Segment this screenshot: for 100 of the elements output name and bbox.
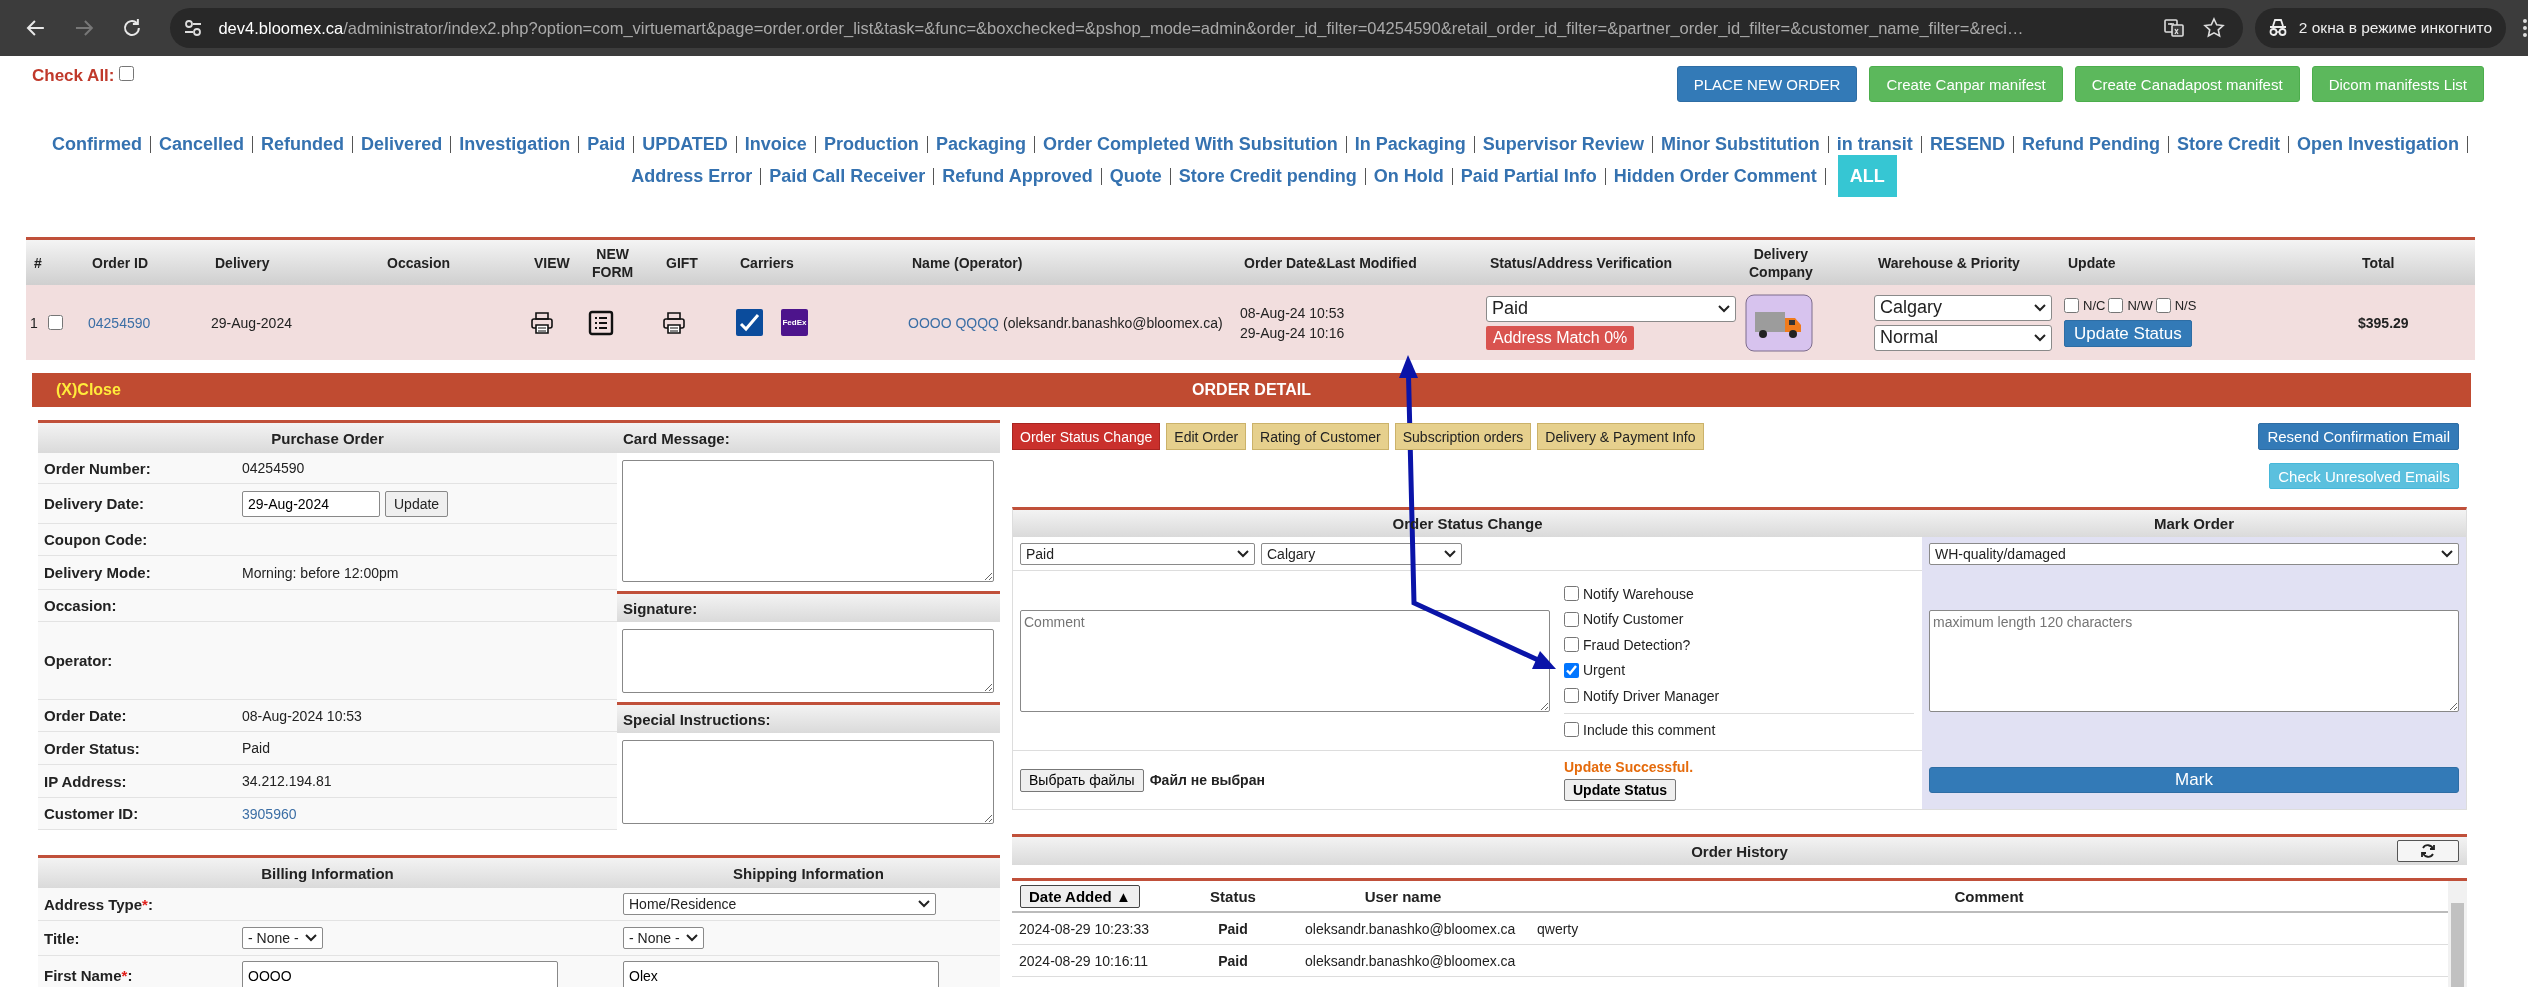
caret-icon bbox=[2034, 303, 2046, 312]
status-filter-link[interactable]: Production bbox=[823, 133, 919, 155]
close-link[interactable]: (X)Close bbox=[56, 381, 1193, 399]
status-filter-link[interactable]: Address Error bbox=[631, 165, 753, 187]
status-filter-link[interactable]: On Hold bbox=[1373, 165, 1444, 187]
note-field[interactable] bbox=[622, 460, 994, 582]
mark-note-field[interactable]: maximum length 120 characters bbox=[1929, 610, 2459, 712]
status-filter-link[interactable]: in transit bbox=[1836, 133, 1913, 155]
checkbox-label: Notify Warehouse bbox=[1583, 585, 1694, 602]
status-filter-link[interactable]: RESEND bbox=[1929, 133, 2005, 155]
status-filter-link[interactable]: Refunded bbox=[261, 133, 345, 155]
notify-checkbox[interactable] bbox=[1564, 611, 1579, 627]
status-filter-link[interactable]: Paid bbox=[587, 133, 626, 155]
notify-checkbox[interactable] bbox=[1564, 586, 1579, 602]
status-filter-link[interactable]: Refund Approved bbox=[942, 165, 1093, 187]
shipping-select[interactable]: - None - bbox=[623, 927, 704, 949]
comment-field[interactable]: Comment bbox=[1020, 609, 1550, 712]
caret-icon bbox=[1237, 549, 1249, 558]
print-icon[interactable] bbox=[530, 310, 554, 335]
status-filter-link[interactable]: Investigation bbox=[459, 133, 571, 155]
note-field[interactable] bbox=[622, 740, 994, 824]
status-filter-link[interactable]: Cancelled bbox=[159, 133, 245, 155]
carrier-logo[interactable]: FedEx bbox=[781, 309, 808, 336]
section-title: Order History bbox=[1691, 842, 1788, 860]
delivery-truck-icon[interactable] bbox=[1745, 293, 1813, 352]
flag-checkbox[interactable] bbox=[2155, 298, 2171, 313]
status-filter-link[interactable]: Hidden Order Comment bbox=[1613, 165, 1817, 187]
status-filter-link[interactable]: Open Investigation bbox=[2296, 133, 2459, 155]
print-icon[interactable] bbox=[662, 310, 686, 335]
translate-icon[interactable] bbox=[2162, 17, 2185, 39]
scrollbar[interactable] bbox=[2448, 881, 2467, 987]
status-filter-link[interactable]: In Packaging bbox=[1354, 133, 1466, 155]
refresh-button[interactable] bbox=[2397, 840, 2459, 862]
flag-checkbox[interactable] bbox=[2108, 298, 2124, 313]
field-value: 04254590 bbox=[242, 460, 305, 476]
status-filter-link[interactable]: Order Completed With Subsitution bbox=[1042, 133, 1338, 155]
update-status-button[interactable]: Update Status bbox=[2064, 320, 2192, 347]
field-value: 34.212.194.81 bbox=[242, 773, 332, 789]
column-header: Order ID bbox=[91, 254, 148, 271]
url-path: /administrator/index2.php?option=com_virtuemart&page=order.order_list&task=&func=&boxchecked=&pshop_mode=admin&order_id_filter=04254590&retail_order_id_filter=&partner_order_id_filter=&customer_name_filter=&reci… bbox=[343, 18, 2024, 38]
notify-checkbox[interactable] bbox=[1564, 688, 1579, 704]
choose-files-button[interactable]: Выбрать файлы bbox=[1020, 768, 1144, 792]
update-status-button[interactable]: Update Status bbox=[1564, 779, 1677, 801]
shipping-select[interactable]: Home/Residence bbox=[623, 893, 936, 915]
status-filter-link[interactable]: Refund Pending bbox=[2021, 133, 2160, 155]
status-filter-link[interactable]: Supervisor Review bbox=[1482, 133, 1644, 155]
status-filter-link[interactable]: Invoice bbox=[744, 133, 807, 155]
detail-tab[interactable]: Rating of Customer bbox=[1252, 423, 1389, 450]
billing-field[interactable]: OOOO bbox=[242, 960, 558, 987]
action-button[interactable]: PLACE NEW ORDER bbox=[1676, 66, 1858, 102]
address-bar[interactable] bbox=[170, 8, 2243, 48]
detail-tab[interactable]: Delivery & Payment Info bbox=[1537, 423, 1704, 450]
star-icon[interactable] bbox=[2202, 17, 2225, 39]
billing-select[interactable]: - None - bbox=[242, 927, 323, 949]
status-filter-link[interactable]: Confirmed bbox=[52, 133, 143, 155]
checkbox-label: Notify Customer bbox=[1583, 611, 1684, 628]
delivery-date-field[interactable]: 29-Aug-2024 bbox=[242, 490, 380, 517]
sort-button[interactable]: Date Added ▲ bbox=[1020, 884, 1140, 908]
status-filter-link[interactable]: Paid Call Receiver bbox=[769, 165, 926, 187]
status-filter-link[interactable]: Quote bbox=[1109, 165, 1162, 187]
status-filter-link[interactable]: Store Credit bbox=[2176, 133, 2280, 155]
include-comment-checkbox[interactable] bbox=[1564, 722, 1579, 738]
customer-id-link[interactable]: 3905960 bbox=[242, 805, 297, 822]
status-filter-link[interactable]: Store Credit pending bbox=[1178, 165, 1357, 187]
menu-icon[interactable] bbox=[2522, 18, 2528, 38]
status-filter-link[interactable]: Minor Substitution bbox=[1660, 133, 1820, 155]
check-all-checkbox[interactable] bbox=[118, 66, 134, 81]
notify-checkbox[interactable] bbox=[1564, 637, 1579, 653]
list-icon[interactable] bbox=[588, 309, 614, 336]
carrier-check-icon[interactable] bbox=[736, 309, 763, 336]
detail-tab[interactable]: Subscription orders bbox=[1394, 423, 1532, 450]
warehouse-select[interactable]: Calgary bbox=[1874, 294, 2052, 321]
field-label: Operator: bbox=[44, 652, 114, 669]
detail-tab[interactable]: Edit Order bbox=[1166, 423, 1247, 450]
notify-checkbox[interactable] bbox=[1564, 662, 1579, 678]
incognito-button[interactable]: 2 окна в режиме инкогнито bbox=[2254, 8, 2507, 48]
customer-name-link[interactable]: OOOO QQQQ bbox=[908, 314, 999, 331]
status-filter-link[interactable]: UPDATED bbox=[642, 133, 728, 155]
status-select[interactable]: Paid bbox=[1486, 295, 1736, 322]
warehouse-select[interactable]: Calgary bbox=[1261, 542, 1462, 565]
mark-reason-select[interactable]: WH-quality/damaged bbox=[1929, 543, 2459, 565]
priority-select[interactable]: Normal bbox=[1874, 324, 2052, 351]
status-filter-link[interactable]: Delivered bbox=[361, 133, 443, 155]
update-button[interactable]: Update bbox=[385, 490, 449, 517]
row-checkbox[interactable] bbox=[47, 315, 63, 330]
email-button[interactable]: Resend Confirmation Email bbox=[2258, 423, 2459, 450]
field-value: 08-Aug-2024 10:53 bbox=[242, 707, 362, 724]
field-label: Order Number: bbox=[44, 459, 152, 477]
flag-checkbox[interactable] bbox=[2064, 298, 2079, 313]
status-filter-link[interactable]: Packaging bbox=[935, 133, 1026, 155]
history-status: Paid bbox=[1218, 952, 1248, 969]
shipping-field[interactable]: Olex bbox=[623, 960, 939, 987]
detail-tab[interactable]: Order Status Change bbox=[1012, 423, 1161, 450]
order-id-link[interactable]: 04254590 bbox=[88, 314, 151, 331]
caret-icon bbox=[1444, 549, 1456, 558]
status-filter-link[interactable]: Paid Partial Info bbox=[1460, 165, 1597, 187]
status-select[interactable]: Paid bbox=[1020, 542, 1255, 565]
mark-button[interactable]: Mark bbox=[1929, 767, 2459, 793]
flag-label: N/W bbox=[2127, 298, 2153, 313]
note-field[interactable] bbox=[622, 629, 994, 693]
